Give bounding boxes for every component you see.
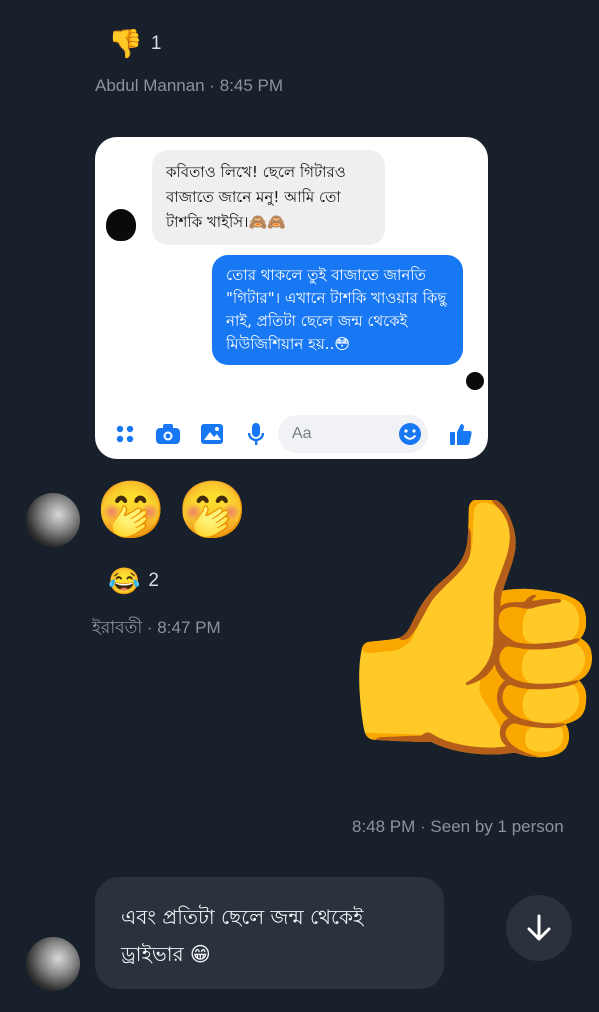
apps-grid-icon [112, 421, 138, 447]
hand-over-mouth-icon: 🤭 [177, 478, 248, 543]
scroll-to-bottom-button[interactable] [506, 895, 572, 961]
like-icon [448, 421, 474, 447]
message-meta: ইরাবতী · 8:47 PM [92, 618, 221, 637]
redacted-avatar [106, 209, 136, 241]
seen-status: 8:48 PM · Seen by 1 person [352, 817, 564, 836]
message-meta: Abdul Mannan · 8:45 PM [95, 76, 284, 95]
sender-avatar[interactable] [26, 937, 80, 991]
top-reaction[interactable]: 👎 1 [108, 30, 161, 58]
redacted-seen-avatar [466, 372, 484, 390]
shared-screenshot-image[interactable]: কবিতাও লিখে! ছেলে গিটারও বাজাতে জানে মনু… [95, 137, 488, 459]
reaction-count: 2 [148, 570, 159, 591]
incoming-message-bubble: কবিতাও লিখে! ছেলে গিটারও বাজাতে জানে মনু… [152, 150, 385, 245]
reaction-count: 1 [150, 33, 162, 54]
microphone-icon [243, 421, 269, 447]
emoji-message[interactable]: 🤭 🤭 [96, 483, 247, 539]
emoji-message-reaction[interactable]: 😂 2 [108, 568, 159, 594]
thumbs-up-sticker[interactable]: 👍 [316, 500, 599, 830]
laughing-with-tears-icon: 😂 [108, 566, 141, 596]
composer-bar: Aa [95, 409, 488, 459]
hand-over-mouth-icon: 🤭 [96, 478, 166, 543]
sender-avatar[interactable] [26, 493, 80, 547]
thumbs-down-icon: 👎 [108, 28, 143, 59]
camera-icon [155, 421, 181, 447]
emoji-icon [397, 421, 423, 447]
incoming-message-bubble[interactable]: এবং প্রতিটা ছেলে জন্ম থেকেই ড্রাইভার 😁 [95, 877, 444, 989]
outgoing-message-bubble: তোর থাকলে তুই বাজাতে জানতি "গিটার"। এখান… [212, 255, 463, 365]
arrow-down-icon [527, 914, 551, 941]
gallery-icon [199, 421, 225, 447]
